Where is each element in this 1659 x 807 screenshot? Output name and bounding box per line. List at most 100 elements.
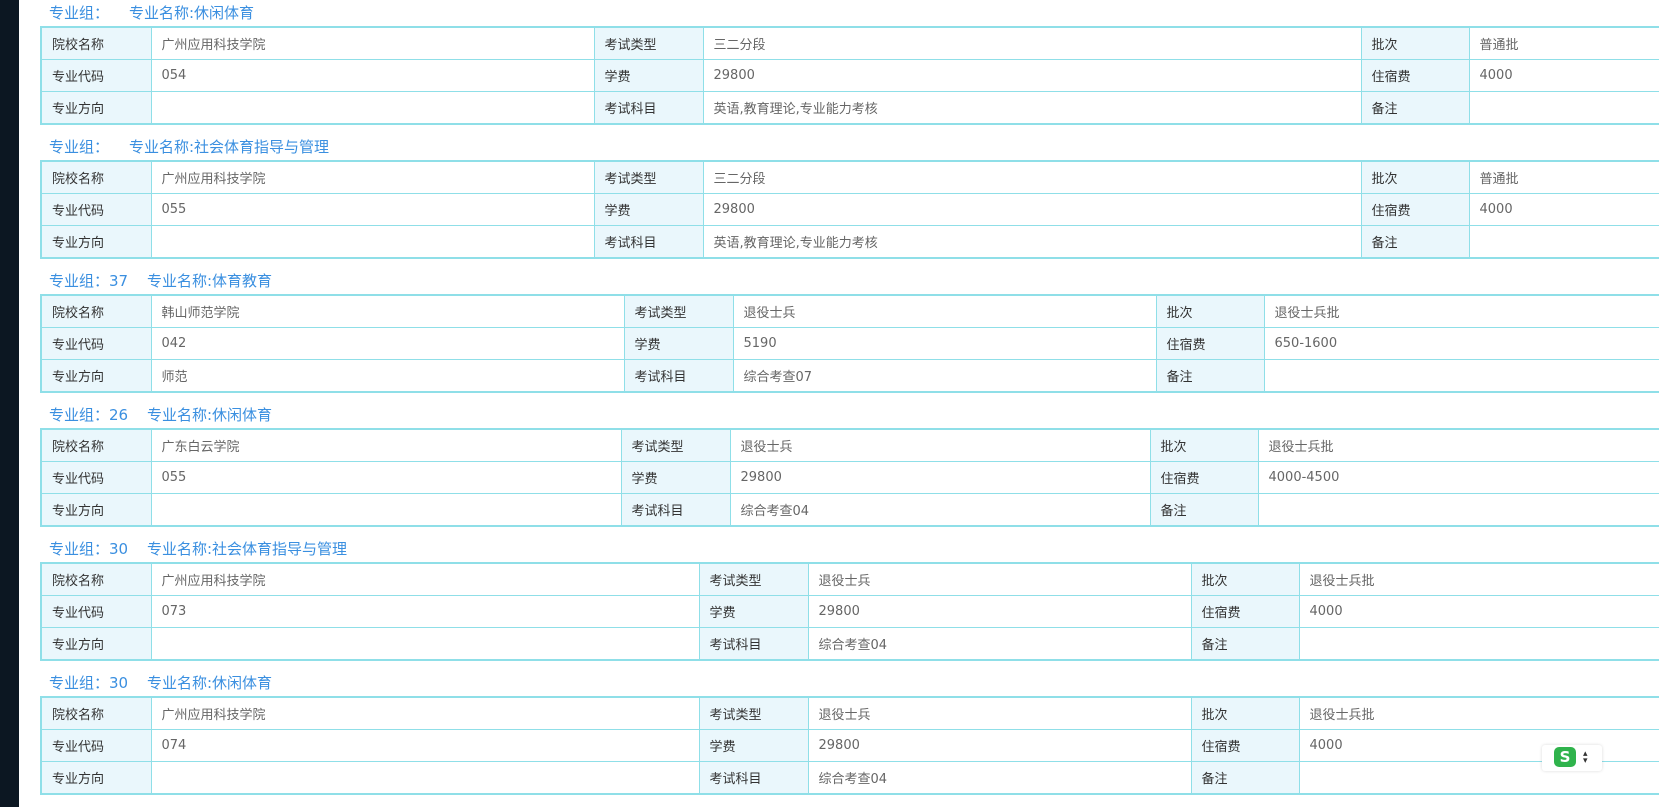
table-row: 院校名称 广东白云学院 考试类型 退役士兵 批次 退役士兵批 bbox=[40, 428, 1659, 462]
major-info-table: 院校名称 广州应用科技学院 考试类型 三二分段 批次 普通批 专业代码 054 … bbox=[40, 26, 1659, 125]
direction-value bbox=[150, 225, 595, 259]
school-value: 广东白云学院 bbox=[150, 428, 622, 462]
lodging-value: 4000 bbox=[1298, 729, 1659, 762]
major-block: 专业组：30 专业名称:休闲体育 院校名称 广州应用科技学院 考试类型 退役士兵 … bbox=[40, 670, 1659, 795]
direction-label: 专业方向 bbox=[40, 91, 152, 125]
lodging-label: 住宿费 bbox=[1155, 327, 1265, 360]
table-row: 院校名称 广州应用科技学院 考试类型 退役士兵 批次 退役士兵批 bbox=[40, 562, 1659, 596]
batch-value: 退役士兵批 bbox=[1257, 428, 1659, 462]
tuition-value: 29800 bbox=[729, 461, 1151, 494]
remark-value bbox=[1468, 91, 1659, 125]
school-label: 院校名称 bbox=[40, 26, 152, 60]
exam-subjects-label: 考试科目 bbox=[593, 91, 704, 125]
school-value: 广州应用科技学院 bbox=[150, 26, 595, 60]
batch-label: 批次 bbox=[1155, 294, 1265, 328]
batch-label: 批次 bbox=[1149, 428, 1259, 462]
major-group-title: 专业组：30 专业名称:休闲体育 bbox=[40, 670, 1659, 696]
table-row: 院校名称 广州应用科技学院 考试类型 退役士兵 批次 退役士兵批 bbox=[40, 696, 1659, 730]
exam-subjects-value: 英语,教育理论,专业能力考核 bbox=[702, 225, 1362, 259]
major-block: 专业组：30 专业名称:社会体育指导与管理 院校名称 广州应用科技学院 考试类型 … bbox=[40, 536, 1659, 661]
batch-value: 退役士兵批 bbox=[1298, 696, 1659, 730]
school-label: 院校名称 bbox=[40, 428, 152, 462]
exam-subjects-value: 综合考查04 bbox=[729, 493, 1151, 527]
sogou-ime-icon[interactable]: S bbox=[1554, 747, 1576, 767]
remark-value bbox=[1298, 761, 1659, 795]
school-label: 院校名称 bbox=[40, 562, 152, 596]
lodging-value: 4000-4500 bbox=[1257, 461, 1659, 494]
major-info-table: 院校名称 广州应用科技学院 考试类型 退役士兵 批次 退役士兵批 专业代码 07… bbox=[40, 562, 1659, 661]
major-code-label: 专业代码 bbox=[40, 59, 152, 92]
major-group-title: 专业组：37 专业名称:体育教育 bbox=[40, 268, 1659, 294]
direction-value bbox=[150, 91, 595, 125]
group-label: 专业组：26 bbox=[49, 406, 129, 424]
lodging-label: 住宿费 bbox=[1190, 729, 1300, 762]
major-block: 专业组：37 专业名称:体育教育 院校名称 韩山师范学院 考试类型 退役士兵 批次… bbox=[40, 268, 1659, 393]
left-sidebar-strip bbox=[0, 0, 19, 807]
group-label: 专业组： bbox=[49, 138, 110, 156]
remark-label: 备注 bbox=[1360, 225, 1470, 259]
lodging-label: 住宿费 bbox=[1190, 595, 1300, 628]
group-label: 专业组：37 bbox=[49, 272, 129, 290]
major-info-table: 院校名称 广州应用科技学院 考试类型 三二分段 批次 普通批 专业代码 055 … bbox=[40, 160, 1659, 259]
major-group-title: 专业组：30 专业名称:社会体育指导与管理 bbox=[40, 536, 1659, 562]
school-label: 院校名称 bbox=[40, 160, 152, 194]
remark-value bbox=[1298, 627, 1659, 661]
major-info-table: 院校名称 韩山师范学院 考试类型 退役士兵 批次 退役士兵批 专业代码 042 … bbox=[40, 294, 1659, 393]
major-list: 专业组： 专业名称:休闲体育 院校名称 广州应用科技学院 考试类型 三二分段 批次… bbox=[40, 0, 1659, 804]
remark-value bbox=[1263, 359, 1659, 393]
major-name: 专业名称:社会体育指导与管理 bbox=[129, 138, 330, 156]
exam-type-value: 退役士兵 bbox=[807, 562, 1192, 596]
table-row: 专业代码 074 学费 29800 住宿费 4000 bbox=[40, 729, 1659, 762]
batch-label: 批次 bbox=[1190, 562, 1300, 596]
exam-type-label: 考试类型 bbox=[593, 160, 704, 194]
major-block: 专业组：26 专业名称:休闲体育 院校名称 广东白云学院 考试类型 退役士兵 批次… bbox=[40, 402, 1659, 527]
remark-value bbox=[1257, 493, 1659, 527]
expand-arrow-icon[interactable]: ▴ ▾ bbox=[1583, 750, 1593, 766]
major-code-value: 042 bbox=[150, 327, 625, 360]
direction-label: 专业方向 bbox=[40, 627, 152, 661]
ime-floating-toolbar[interactable]: S ▴ ▾ bbox=[1542, 745, 1602, 771]
major-code-value: 074 bbox=[150, 729, 700, 762]
lodging-value: 4000 bbox=[1468, 193, 1659, 226]
exam-subjects-label: 考试科目 bbox=[620, 493, 731, 527]
table-row: 专业代码 054 学费 29800 住宿费 4000 bbox=[40, 59, 1659, 92]
exam-type-label: 考试类型 bbox=[698, 562, 809, 596]
tuition-value: 29800 bbox=[807, 729, 1192, 762]
lodging-label: 住宿费 bbox=[1360, 59, 1470, 92]
table-row: 专业代码 055 学费 29800 住宿费 4000 bbox=[40, 193, 1659, 226]
direction-value bbox=[150, 761, 700, 795]
tuition-value: 29800 bbox=[702, 193, 1362, 226]
batch-label: 批次 bbox=[1360, 160, 1470, 194]
major-name: 专业名称:休闲体育 bbox=[129, 4, 255, 22]
direction-label: 专业方向 bbox=[40, 359, 152, 393]
table-row: 专业方向 考试科目 英语,教育理论,专业能力考核 备注 bbox=[40, 91, 1659, 125]
exam-subjects-label: 考试科目 bbox=[593, 225, 704, 259]
major-code-value: 073 bbox=[150, 595, 700, 628]
table-row: 专业方向 师范 考试科目 综合考查07 备注 bbox=[40, 359, 1659, 393]
school-label: 院校名称 bbox=[40, 696, 152, 730]
lodging-value: 4000 bbox=[1468, 59, 1659, 92]
group-label: 专业组： bbox=[49, 4, 110, 22]
table-row: 院校名称 韩山师范学院 考试类型 退役士兵 批次 退役士兵批 bbox=[40, 294, 1659, 328]
tuition-label: 学费 bbox=[698, 595, 809, 628]
table-row: 专业方向 考试科目 综合考查04 备注 bbox=[40, 761, 1659, 795]
direction-label: 专业方向 bbox=[40, 225, 152, 259]
exam-subjects-value: 综合考查07 bbox=[732, 359, 1157, 393]
lodging-label: 住宿费 bbox=[1149, 461, 1259, 494]
direction-value bbox=[150, 627, 700, 661]
major-code-label: 专业代码 bbox=[40, 595, 152, 628]
remark-label: 备注 bbox=[1149, 493, 1259, 527]
tuition-label: 学费 bbox=[620, 461, 731, 494]
major-code-value: 054 bbox=[150, 59, 595, 92]
exam-type-label: 考试类型 bbox=[698, 696, 809, 730]
lodging-value: 650-1600 bbox=[1263, 327, 1659, 360]
direction-label: 专业方向 bbox=[40, 761, 152, 795]
major-block: 专业组： 专业名称:休闲体育 院校名称 广州应用科技学院 考试类型 三二分段 批次… bbox=[40, 0, 1659, 125]
major-code-value: 055 bbox=[150, 461, 622, 494]
major-name: 专业名称:休闲体育 bbox=[147, 406, 273, 424]
exam-type-value: 三二分段 bbox=[702, 160, 1362, 194]
remark-label: 备注 bbox=[1360, 91, 1470, 125]
batch-value: 普通批 bbox=[1468, 26, 1659, 60]
table-row: 院校名称 广州应用科技学院 考试类型 三二分段 批次 普通批 bbox=[40, 26, 1659, 60]
exam-subjects-label: 考试科目 bbox=[623, 359, 734, 393]
